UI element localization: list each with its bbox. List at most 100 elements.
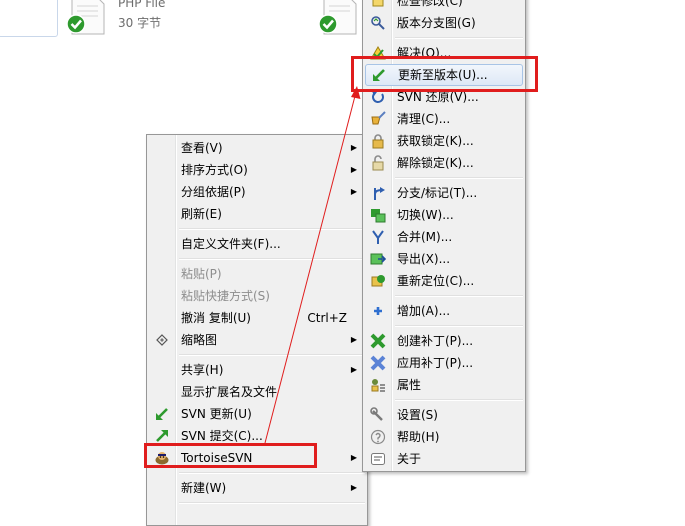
menu-item-label: SVN 更新(U) xyxy=(181,407,252,421)
menu-item-label: 分支/标记(T)... xyxy=(397,186,478,200)
svn-item-merge[interactable]: 合并(M)... xyxy=(365,226,523,248)
menu-separator xyxy=(179,228,365,230)
export-icon xyxy=(370,253,386,265)
menu-item-svn-update[interactable]: SVN 更新(U) xyxy=(149,403,365,425)
shortcut-text: Ctrl+Z xyxy=(307,311,347,325)
menu-item-label: 检查修改(C) xyxy=(397,0,463,8)
svn-item-check-modifications[interactable]: 检查修改(C) xyxy=(365,0,523,12)
menu-separator xyxy=(395,325,523,327)
svn-item-apply-patch[interactable]: 应用补丁(P)... xyxy=(365,352,523,374)
svn-item-get-lock[interactable]: 获取锁定(K)... xyxy=(365,130,523,152)
release-lock-icon xyxy=(372,155,384,171)
menu-item-label: 版本分支图(G) xyxy=(397,16,476,30)
submenu-arrow-icon: ▶ xyxy=(350,187,357,196)
menu-separator xyxy=(395,295,523,297)
menu-separator xyxy=(179,354,365,356)
menu-separator xyxy=(395,37,523,39)
menu-item-label: 关于 xyxy=(397,452,422,466)
apply-patch-icon xyxy=(370,355,386,371)
file-name: PHP File xyxy=(118,0,166,10)
menu-item-label: 帮助(H) xyxy=(397,430,440,444)
merge-icon xyxy=(372,230,384,244)
file-size: 30 字节 xyxy=(118,16,162,30)
relocate-icon xyxy=(371,275,385,287)
menu-item-thumbnail[interactable]: 缩略图 ▶ xyxy=(149,329,365,351)
menu-item-view[interactable]: 查看(V) ▶ xyxy=(149,137,365,159)
svn-item-help[interactable]: 帮助(H) xyxy=(365,426,523,448)
menu-item-label: 共享(H) xyxy=(181,363,224,377)
menu-item-paste[interactable]: 粘贴(P) xyxy=(149,263,365,285)
menu-separator xyxy=(179,472,365,474)
submenu-arrow-icon: ▶ xyxy=(350,335,357,344)
menu-item-label: 刷新(E) xyxy=(181,207,222,221)
menu-item-show-extension[interactable]: 显示扩展名及文件 xyxy=(149,381,365,403)
menu-item-sort-by[interactable]: 排序方式(O) ▶ xyxy=(149,159,365,181)
add-icon xyxy=(374,307,382,315)
svn-item-add[interactable]: 增加(A)... xyxy=(365,300,523,322)
svn-item-switch[interactable]: 切换(W)... xyxy=(365,204,523,226)
svn-item-cleanup[interactable]: 清理(C)... xyxy=(365,108,523,130)
svn-update-icon xyxy=(156,408,168,420)
php-file-icon xyxy=(318,0,357,35)
menu-item-label: 新建(W) xyxy=(181,481,227,495)
menu-item-undo-copy[interactable]: 撤消 复制(U) Ctrl+Z xyxy=(149,307,365,329)
create-patch-icon xyxy=(370,333,386,349)
menu-item-label: 获取锁定(K)... xyxy=(397,134,474,148)
svn-item-release-lock[interactable]: 解除锁定(K)... xyxy=(365,152,523,174)
svn-item-revision-graph[interactable]: 版本分支图(G) xyxy=(365,12,523,34)
svn-item-settings[interactable]: 设置(S) xyxy=(365,404,523,426)
svn-item-create-patch[interactable]: 创建补丁(P)... xyxy=(365,330,523,352)
menu-item-label: 解除锁定(K)... xyxy=(397,156,474,170)
help-icon xyxy=(370,429,386,445)
menu-item-label: 粘贴快捷方式(S) xyxy=(181,289,270,303)
menu-item-label: 增加(A)... xyxy=(397,304,451,318)
menu-item-group-by[interactable]: 分组依据(P) ▶ xyxy=(149,181,365,203)
revision-graph-icon xyxy=(371,16,385,30)
settings-icon xyxy=(370,407,383,421)
svn-item-relocate[interactable]: 重新定位(C)... xyxy=(365,270,523,292)
menu-item-label: 切换(W)... xyxy=(397,208,454,222)
check-modifications-icon xyxy=(372,0,384,7)
menu-item-label: 设置(S) xyxy=(397,408,438,422)
menu-item-label: 撤消 复制(U) xyxy=(181,311,251,325)
menu-item-new[interactable]: 新建(W) ▶ xyxy=(149,477,365,499)
menu-item-refresh[interactable]: 刷新(E) xyxy=(149,203,365,225)
menu-separator xyxy=(179,258,365,260)
svn-item-branch-tag[interactable]: 分支/标记(T)... xyxy=(365,182,523,204)
submenu-arrow-icon: ▶ xyxy=(350,453,357,462)
menu-separator xyxy=(395,177,523,179)
menu-item-label: 粘贴(P) xyxy=(181,267,222,281)
svn-item-export[interactable]: 导出(X)... xyxy=(365,248,523,270)
menu-item-label: 创建补丁(P)... xyxy=(397,334,474,348)
menu-item-label: 显示扩展名及文件 xyxy=(181,385,278,399)
menu-item-customize-folder[interactable]: 自定义文件夹(F)... xyxy=(149,233,365,255)
menu-item-label: 重新定位(C)... xyxy=(397,274,475,288)
svn-item-properties[interactable]: 属性 xyxy=(365,374,523,396)
svn-item-about[interactable]: 关于 xyxy=(365,448,523,470)
menu-item-label: 导出(X)... xyxy=(397,252,451,266)
annotation-box-tortoisesvn xyxy=(144,443,317,468)
menu-item-share[interactable]: 共享(H) ▶ xyxy=(149,359,365,381)
menu-item-paste-shortcut[interactable]: 粘贴快捷方式(S) xyxy=(149,285,365,307)
annotation-box-update-to-revision xyxy=(351,56,538,92)
menu-item-label: 分组依据(P) xyxy=(181,185,246,199)
menu-item-label: 自定义文件夹(F)... xyxy=(181,237,281,251)
menu-item-label: 排序方式(O) xyxy=(181,163,248,177)
php-file-icon xyxy=(66,0,105,35)
switch-icon xyxy=(371,209,386,223)
about-icon xyxy=(371,453,385,465)
submenu-arrow-icon: ▶ xyxy=(350,483,357,492)
branch-tag-icon xyxy=(374,187,385,200)
submenu-arrow-icon: ▶ xyxy=(350,143,357,152)
submenu-arrow-icon: ▶ xyxy=(350,365,357,374)
cleanup-icon xyxy=(371,111,386,125)
get-lock-icon xyxy=(372,134,384,149)
menu-item-label: 应用补丁(P)... xyxy=(397,356,474,370)
menu-separator xyxy=(395,399,523,401)
menu-item-label: 缩略图 xyxy=(181,333,218,347)
submenu-arrow-icon: ▶ xyxy=(350,165,357,174)
file-card-left[interactable] xyxy=(0,0,58,37)
menu-item-label: 清理(C)... xyxy=(397,112,451,126)
menu-item-label: 查看(V) xyxy=(181,141,223,155)
menu-separator xyxy=(179,502,365,504)
